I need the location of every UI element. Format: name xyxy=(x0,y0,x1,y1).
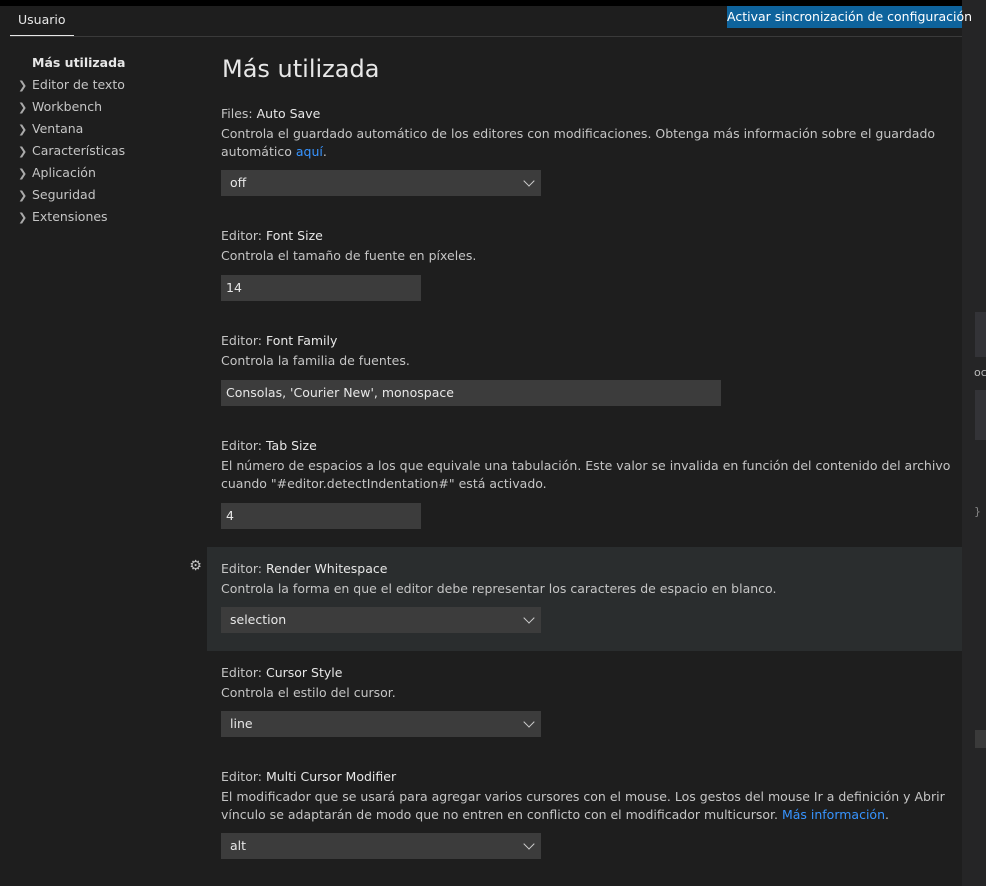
adjacent-panel-scrollbar[interactable] xyxy=(975,730,986,748)
render-whitespace-select[interactable]: selection xyxy=(221,607,541,633)
toc-item-application[interactable]: ❯ Aplicación xyxy=(18,163,126,185)
select-value: off xyxy=(230,175,247,190)
chevron-down-icon xyxy=(523,612,535,624)
setting-category: Editor: xyxy=(221,438,266,453)
toc-item-label: Características xyxy=(32,143,126,158)
select-value: alt xyxy=(230,838,247,853)
adjacent-panel-edge xyxy=(962,0,986,886)
page-title: Más utilizada xyxy=(222,55,380,83)
setting-cursor-style: Editor: Cursor Style Controla el estilo … xyxy=(207,655,962,747)
toc-item-label: Ventana xyxy=(32,121,84,136)
settings-table-of-contents: Más utilizada ❯ Editor de texto ❯ Workbenc… xyxy=(18,53,126,229)
description-punctuation: . xyxy=(322,144,327,159)
toc-item-label: Editor de texto xyxy=(32,77,125,92)
chevron-down-icon xyxy=(523,716,535,728)
font-size-input[interactable] xyxy=(221,275,421,301)
toc-item-label: Workbench xyxy=(32,99,102,114)
setting-description: Controla la familia de fuentes. xyxy=(221,353,410,368)
setting-title: Editor: Cursor Style xyxy=(221,665,342,680)
learn-more-link[interactable]: aquí xyxy=(296,144,323,159)
turn-on-settings-sync-button[interactable]: Activar sincronización de configuración xyxy=(727,6,972,28)
setting-title: Editor: Tab Size xyxy=(221,438,317,453)
chevron-right-icon: ❯ xyxy=(18,123,28,136)
toc-item-label: Aplicación xyxy=(32,165,96,180)
toc-item-workbench[interactable]: ❯ Workbench xyxy=(18,97,126,119)
setting-category: Editor: xyxy=(221,561,266,576)
tab-user-settings[interactable]: Usuario xyxy=(10,6,74,36)
select-value: selection xyxy=(230,612,287,627)
setting-description: El número de espacios a los que equivale… xyxy=(221,458,951,491)
chevron-right-icon: ❯ xyxy=(18,79,28,92)
setting-font-family: Editor: Font Family Controla la familia … xyxy=(207,323,962,415)
setting-title: Editor: Font Family xyxy=(221,333,337,348)
setting-title: Editor: Font Size xyxy=(221,228,323,243)
setting-description: Controla el estilo del cursor. xyxy=(221,685,396,700)
toc-item-commonly-used[interactable]: Más utilizada xyxy=(18,53,126,75)
toc-item-text-editor[interactable]: ❯ Editor de texto xyxy=(18,75,126,97)
setting-category: Editor: xyxy=(221,228,266,243)
description-punctuation: . xyxy=(885,807,889,822)
setting-name: Render Whitespace xyxy=(265,561,388,576)
setting-category: Editor: xyxy=(221,665,266,680)
setting-description: Controla la forma en que el editor debe … xyxy=(221,581,777,596)
tab-size-input[interactable] xyxy=(221,503,421,529)
chevron-right-icon: ❯ xyxy=(18,211,28,224)
gear-icon[interactable]: ⚙ xyxy=(188,559,203,574)
setting-name: Multi Cursor Modifier xyxy=(265,769,397,784)
setting-description: El modificador que se usará para agregar… xyxy=(221,788,956,824)
font-family-input[interactable] xyxy=(221,380,721,406)
setting-description: Controla el tamaño de fuente en píxeles. xyxy=(221,248,477,263)
description-text: Controla el guardado automático de los e… xyxy=(221,126,936,159)
setting-name: Tab Size xyxy=(265,438,317,453)
setting-font-size: Editor: Font Size Controla el tamaño de … xyxy=(207,218,962,310)
setting-name: Font Family xyxy=(265,333,338,348)
chevron-down-icon xyxy=(523,175,535,187)
toc-item-label: Extensiones xyxy=(32,209,108,224)
toc-item-security[interactable]: ❯ Seguridad xyxy=(18,185,126,207)
adjacent-panel-text: oc xyxy=(974,366,986,379)
adjacent-panel-block xyxy=(975,312,986,357)
chevron-down-icon xyxy=(523,838,535,850)
learn-more-link[interactable]: Más información xyxy=(782,807,885,822)
adjacent-panel-block xyxy=(975,390,986,440)
setting-render-whitespace: Editor: Render Whitespace Controla la fo… xyxy=(207,547,962,651)
setting-title: Editor: Multi Cursor Modifier xyxy=(221,769,396,784)
setting-category: Editor: xyxy=(221,333,266,348)
chevron-right-icon: ❯ xyxy=(18,189,28,202)
auto-save-select[interactable]: off xyxy=(221,170,541,196)
setting-name: Font Size xyxy=(265,228,323,243)
chevron-right-icon: ❯ xyxy=(18,101,28,114)
setting-title: Files: Auto Save xyxy=(221,106,320,121)
cursor-style-select[interactable]: line xyxy=(221,711,541,737)
toc-item-label: Seguridad xyxy=(32,187,96,202)
setting-description: Controla el guardado automático de los e… xyxy=(221,125,956,161)
setting-multi-cursor-modifier: Editor: Multi Cursor Modifier El modific… xyxy=(207,759,962,869)
chevron-right-icon: ❯ xyxy=(18,167,28,180)
setting-name: Auto Save xyxy=(256,106,321,121)
adjacent-panel-text: } xyxy=(974,505,981,518)
chevron-right-icon: ❯ xyxy=(18,145,28,158)
select-value: line xyxy=(230,716,253,731)
multi-cursor-modifier-select[interactable]: alt xyxy=(221,833,541,859)
setting-category: Files: xyxy=(221,106,257,121)
setting-auto-save: Files: Auto Save Controla el guardado au… xyxy=(207,96,962,206)
toc-item-extensions[interactable]: ❯ Extensiones xyxy=(18,207,126,229)
setting-name: Cursor Style xyxy=(265,665,343,680)
setting-category: Editor: xyxy=(221,769,266,784)
toc-item-features[interactable]: ❯ Características xyxy=(18,141,126,163)
setting-tab-size: Editor: Tab Size El número de espacios a… xyxy=(207,428,962,538)
setting-title: Editor: Render Whitespace xyxy=(221,561,387,576)
toc-item-window[interactable]: ❯ Ventana xyxy=(18,119,126,141)
